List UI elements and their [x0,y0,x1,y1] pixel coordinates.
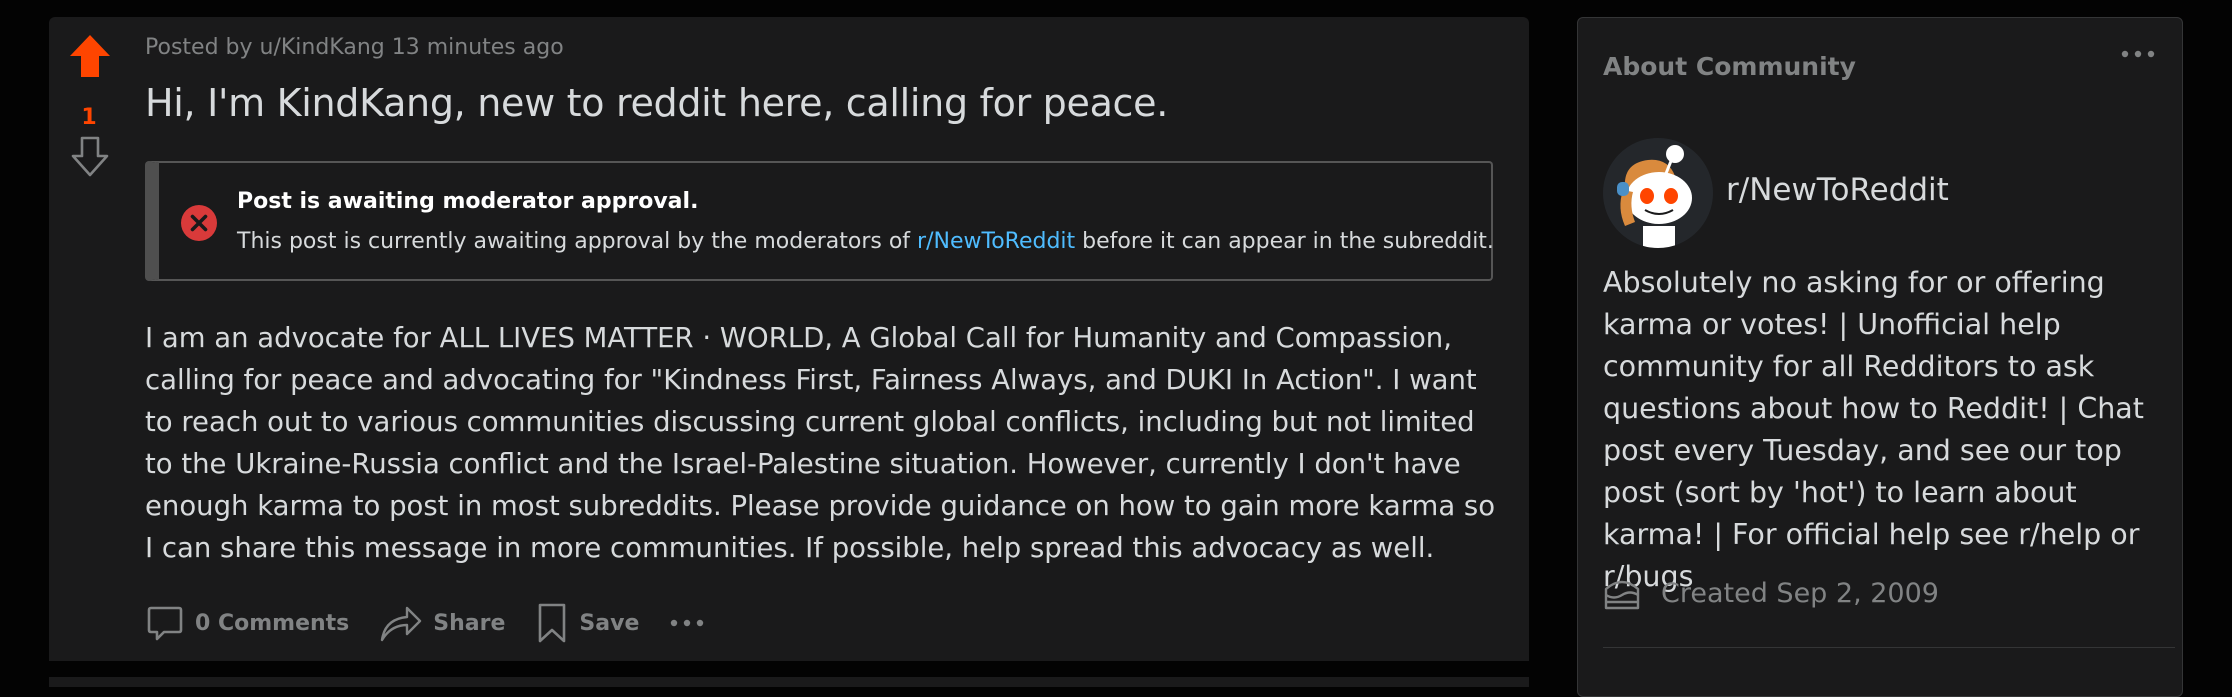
cake-icon [1604,580,1640,610]
bookmark-icon [539,603,566,643]
post-title[interactable]: Hi, I'm KindKang, new to reddit here, ca… [145,81,1168,125]
community-description: Absolutely no asking for or offering kar… [1603,266,2144,593]
share-label: Share [433,610,506,636]
share-icon [381,606,422,642]
comments-label: 0 Comments [195,610,350,636]
notice-body: This post is currently awaiting approval… [237,229,1494,254]
downvote-arrow-icon[interactable] [70,135,110,179]
about-community-header: About Community [1603,52,1856,81]
notice-title: Post is awaiting moderator approval. [237,189,699,214]
post-meta: Posted by u/KindKang 13 minutes ago [145,35,564,60]
comment-icon [147,606,183,641]
post-actions: 0 Comments Share Save [145,597,705,649]
subreddit-link[interactable]: r/NewToReddit [917,229,1075,254]
post-card: 1 Posted by u/KindKang 13 minutes ago Hi… [49,17,1529,661]
snoo-avatar-icon [1603,138,1713,248]
created-date: Created Sep 2, 2009 [1603,574,1939,612]
community-avatar[interactable] [1603,138,1713,248]
divider [1603,647,2175,648]
notice-text-after: before it can appear in the subreddit. [1075,229,1494,254]
comments-button[interactable]: 0 Comments [145,603,349,643]
vote-column: 1 [49,17,129,197]
created-label: Created Sep 2, 2009 [1661,577,1939,609]
more-options-icon[interactable] [669,617,705,629]
save-label: Save [579,610,640,636]
next-post-edge [49,677,1529,687]
notice-text-before: This post is currently awaiting approval… [237,229,918,254]
more-options-icon[interactable] [2120,48,2156,60]
post-body: I am an advocate for ALL LIVES MATTER · … [145,322,1496,564]
moderation-notice: Post is awaiting moderator approval. Thi… [145,161,1494,281]
error-x-icon [181,205,217,241]
save-button[interactable]: Save [535,602,639,644]
community-name[interactable]: r/NewToReddit [1726,172,1949,208]
vote-count: 1 [81,105,97,130]
about-community-card: About Community r/NewToReddit Absolutely… [1577,17,2183,697]
share-button[interactable]: Share [379,603,505,643]
upvote-arrow-icon[interactable] [68,33,112,79]
